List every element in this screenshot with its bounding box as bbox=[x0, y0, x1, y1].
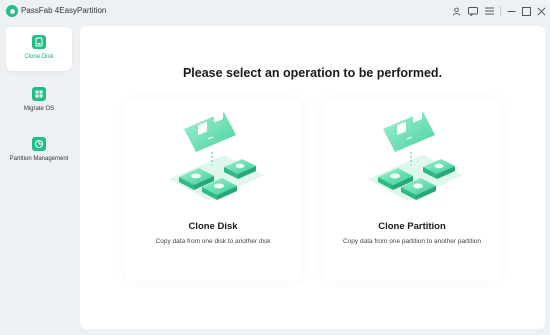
clone-partition-illustration bbox=[368, 109, 463, 201]
card-description: Copy data from one partition to another … bbox=[342, 238, 482, 245]
main-panel: Please select an operation to be perform… bbox=[80, 26, 545, 329]
partition-management-icon bbox=[32, 137, 46, 151]
sidebar-item-migrate-os[interactable]: Migrate OS bbox=[6, 79, 72, 113]
clone-disk-card[interactable]: Clone Disk Copy data from one disk to an… bbox=[124, 99, 302, 281]
maximize-icon[interactable] bbox=[519, 4, 533, 18]
clone-disk-illustration bbox=[169, 109, 264, 201]
sidebar-item-label: Clone Disk bbox=[24, 54, 54, 60]
feedback-icon[interactable] bbox=[466, 4, 480, 18]
menu-icon[interactable] bbox=[482, 4, 496, 18]
close-icon[interactable] bbox=[534, 4, 548, 18]
card-description: Copy data from one disk to another disk bbox=[155, 238, 271, 245]
sidebar-item-clone-disk[interactable]: Clone Disk bbox=[6, 27, 72, 71]
card-title: Clone Disk bbox=[188, 221, 238, 232]
app-title: PassFab 4EasyPartition bbox=[21, 6, 107, 15]
clone-disk-icon bbox=[32, 35, 46, 49]
sidebar-item-label: Partition Management bbox=[9, 156, 69, 162]
title-bar: PassFab 4EasyPartition bbox=[0, 0, 550, 22]
sidebar-item-label: Migrate OS bbox=[23, 106, 55, 112]
app-logo-icon bbox=[6, 5, 18, 17]
card-title: Clone Partition bbox=[378, 221, 446, 232]
sidebar-item-partition-management[interactable]: Partition Management bbox=[6, 129, 72, 163]
page-title: Please select an operation to be perform… bbox=[182, 66, 443, 80]
clone-partition-card[interactable]: Clone Partition Copy data from one parti… bbox=[323, 99, 501, 281]
sidebar: Clone Disk Migrate OS Partition Manageme… bbox=[0, 22, 78, 335]
minimize-icon[interactable] bbox=[504, 4, 518, 18]
migrate-os-icon bbox=[32, 87, 46, 101]
user-icon[interactable] bbox=[449, 4, 463, 18]
titlebar-divider bbox=[500, 6, 501, 16]
